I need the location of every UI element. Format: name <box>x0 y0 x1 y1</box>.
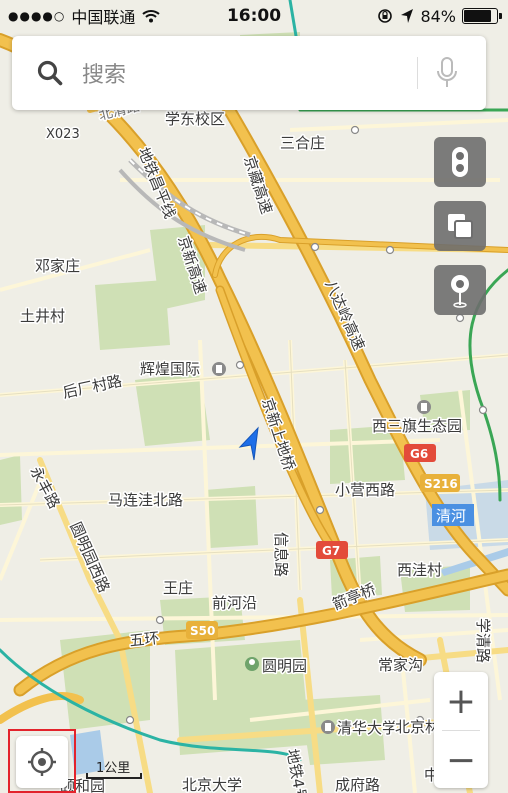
label-xinxi-rd: 信息路 <box>272 532 290 577</box>
label-sanhezhuang: 三合庄 <box>280 134 325 152</box>
locate-button[interactable] <box>16 736 68 788</box>
label-malianwa-rd: 马连洼北路 <box>108 491 183 509</box>
zoom-out-button[interactable]: − <box>434 731 488 789</box>
battery-icon <box>462 8 502 24</box>
layers-button[interactable] <box>434 201 486 251</box>
label-wangzhuang: 王庄 <box>163 579 193 597</box>
map-canvas[interactable]: 学东校区 三合庄 邓家庄 土井村 辉煌国际 西三旗生态园 小营西路 马连洼北路 … <box>0 0 508 793</box>
rotation-lock-icon <box>378 9 393 23</box>
microphone-icon[interactable] <box>432 53 462 93</box>
label-qinghua: 清华大学 <box>337 719 397 737</box>
locate-highlight <box>8 729 76 793</box>
label-huihuang: 辉煌国际 <box>140 360 200 378</box>
label-xueqing-rd: 学清路 <box>474 618 492 663</box>
svg-text:S216: S216 <box>424 477 458 491</box>
traffic-light-icon <box>452 147 468 177</box>
label-tujingcun: 土井村 <box>20 307 65 325</box>
traffic-button[interactable] <box>434 137 486 187</box>
layers-icon <box>448 214 473 239</box>
label-xisanqi: 西三旗生态园 <box>372 417 462 435</box>
map-pin-icon <box>451 275 469 308</box>
label-x023: X023 <box>46 127 80 142</box>
label-chengfu-rd: 成府路 <box>335 776 380 793</box>
locate-icon <box>28 748 56 776</box>
label-changjiagou: 常家沟 <box>378 656 423 674</box>
location-services-icon <box>401 9 414 23</box>
label-xuedong: 学东校区 <box>165 110 225 128</box>
label-qinghe: 清河 <box>436 507 466 525</box>
status-bar: ●●●●○ 中国联通 16:00 84% <box>0 0 508 32</box>
label-xierqi: 西洼村 <box>397 561 442 579</box>
label-xiaoying-rd: 小营西路 <box>335 481 395 499</box>
label-yuanmingyuan: 圆明园 <box>262 657 307 675</box>
search-input[interactable]: 搜索 <box>82 57 417 89</box>
label-wuhuan: 五环 <box>129 629 161 650</box>
carrier-name: 中国联通 <box>71 8 136 27</box>
zoom-control: + − <box>434 672 488 788</box>
wifi-icon <box>142 10 161 23</box>
search-divider <box>417 57 418 89</box>
place-button[interactable] <box>434 265 486 315</box>
svg-text:G6: G6 <box>410 447 428 461</box>
battery-fill <box>464 10 491 22</box>
search-bar[interactable]: 搜索 <box>12 36 486 110</box>
label-qianheyan: 前河沿 <box>212 594 257 612</box>
label-dengjiazhuang: 邓家庄 <box>35 257 80 275</box>
search-icon[interactable] <box>30 53 70 93</box>
scale-bar: 1公里 <box>86 757 146 781</box>
svg-text:G7: G7 <box>322 544 340 558</box>
label-beijing-univ: 北京大学 <box>182 776 242 793</box>
zoom-in-button[interactable]: + <box>434 672 488 730</box>
signal-strength: ●●●●○ <box>8 9 66 23</box>
screen: 学东校区 三合庄 邓家庄 土井村 辉煌国际 西三旗生态园 小营西路 马连洼北路 … <box>0 0 508 793</box>
battery-percent: 84% <box>420 6 456 26</box>
svg-text:S50: S50 <box>190 624 215 638</box>
